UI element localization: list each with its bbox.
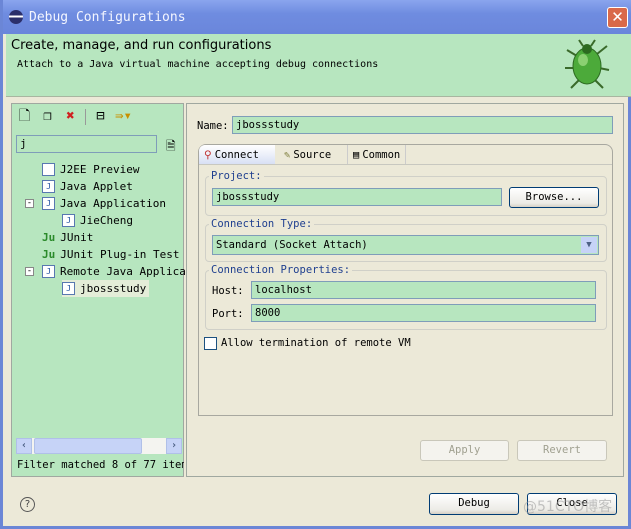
browse-button[interactable]: Browse... [509, 187, 599, 208]
junit-icon: Ju [42, 231, 56, 244]
filter-icon[interactable]: ⇛▾ [115, 108, 132, 125]
project-input[interactable]: jbossstudy [212, 188, 502, 206]
apply-button[interactable]: Apply [420, 440, 509, 461]
filter-input[interactable]: j [16, 135, 157, 153]
server-icon [42, 163, 55, 176]
horizontal-scrollbar[interactable]: ‹ › [16, 438, 182, 454]
remote-java-icon: J [42, 265, 55, 278]
filter-status: Filter matched 8 of 77 items [17, 459, 184, 471]
header-banner: Create, manage, and run configurations A… [6, 34, 631, 97]
tree-item-java-application[interactable]: J Java Application [42, 195, 166, 212]
tree-item-j2ee-preview[interactable]: J2EE Preview [42, 161, 139, 178]
connection-type-select[interactable]: Standard (Socket Attach) ▼ [212, 235, 599, 255]
scroll-right-icon[interactable]: › [166, 438, 182, 454]
tree-item-junit[interactable]: Ju JUnit [42, 229, 93, 246]
chevron-down-icon[interactable]: ▼ [581, 237, 597, 253]
connection-type-group: Connection Type: Standard (Socket Attach… [205, 218, 607, 262]
remote-java-icon: J [62, 282, 75, 295]
port-input[interactable]: 8000 [251, 304, 596, 322]
banner-title: Create, manage, and run configurations [11, 38, 272, 53]
java-app-icon: J [62, 214, 75, 227]
connection-type-label: Connection Type: [209, 218, 315, 230]
collapse-toggle[interactable]: - [25, 199, 34, 208]
collapse-toggle[interactable]: - [25, 267, 34, 276]
tree-item-jbossstudy[interactable]: Jjbossstudy [62, 280, 150, 297]
close-window-button[interactable]: ✕ [607, 7, 628, 28]
common-icon: ▤ [353, 148, 360, 161]
project-group: Project: jbossstudy Browse... [205, 170, 607, 216]
dialog-window: Debug Configurations ✕ Create, manage, a… [0, 0, 631, 529]
revert-button[interactable]: Revert [517, 440, 607, 461]
duplicate-icon[interactable]: ❐ [39, 108, 56, 125]
banner-subtitle: Attach to a Java virtual machine accepti… [17, 59, 379, 70]
connect-icon: ⚲ [204, 148, 212, 161]
project-label: Project: [209, 170, 264, 182]
scroll-left-icon[interactable]: ‹ [16, 438, 32, 454]
tab-folder: ⚲ Connect ✎ Source ▤ Common Project: jbosss… [198, 144, 613, 416]
bug-icon [565, 39, 610, 89]
source-icon: ✎ [284, 148, 291, 161]
eclipse-icon [9, 10, 23, 24]
debug-button[interactable]: Debug [429, 493, 519, 515]
host-label: Host: [212, 285, 244, 297]
tree-item-remote-java-application[interactable]: J Remote Java Applicat: [42, 263, 199, 280]
allow-termination-checkbox[interactable] [204, 337, 217, 350]
tab-common[interactable]: ▤ Common [347, 145, 407, 164]
clear-filter-icon[interactable]: 🗎 [166, 137, 176, 158]
allow-termination-label[interactable]: Allow termination of remote VM [221, 337, 411, 349]
junit-plugin-icon: Ju [42, 248, 56, 261]
collapse-all-icon[interactable]: ⊟ [92, 108, 109, 125]
connection-properties-label: Connection Properties: [209, 264, 353, 276]
tree-item-java-applet[interactable]: J Java Applet [42, 178, 133, 195]
delete-icon[interactable]: ✖ [62, 108, 79, 125]
tab-connect[interactable]: ⚲ Connect [199, 145, 275, 164]
tab-source[interactable]: ✎ Source [279, 145, 336, 164]
java-app-icon: J [42, 197, 55, 210]
new-configuration-icon[interactable]: 🗋 [16, 108, 33, 125]
window-title: Debug Configurations [29, 9, 186, 25]
configuration-editor: Name: jbossstudy ⚲ Connect ✎ Source ▤ Commo… [186, 103, 624, 477]
host-input[interactable]: localhost [251, 281, 596, 299]
connection-properties-group: Connection Properties: Host: localhost P… [205, 264, 607, 330]
port-label: Port: [212, 308, 244, 320]
name-label: Name: [197, 120, 229, 132]
list-toolbar: 🗋 ❐ ✖ ⊟ ⇛▾ [16, 108, 132, 125]
title-bar: Debug Configurations ✕ [3, 0, 631, 34]
configuration-list-panel: 🗋 ❐ ✖ ⊟ ⇛▾ j 🗎 J2EE Preview J Java Applet… [11, 103, 199, 477]
tree-item-jiecheng[interactable]: J JieCheng [62, 212, 133, 229]
name-input[interactable]: jbossstudy [232, 116, 613, 134]
tree-item-junit-plugin-test[interactable]: Ju JUnit Plug-in Test [42, 246, 179, 263]
watermark: @51CTO博客 [523, 499, 613, 515]
scroll-thumb[interactable] [34, 438, 142, 454]
help-icon[interactable]: ? [20, 497, 35, 512]
applet-icon: J [42, 180, 55, 193]
